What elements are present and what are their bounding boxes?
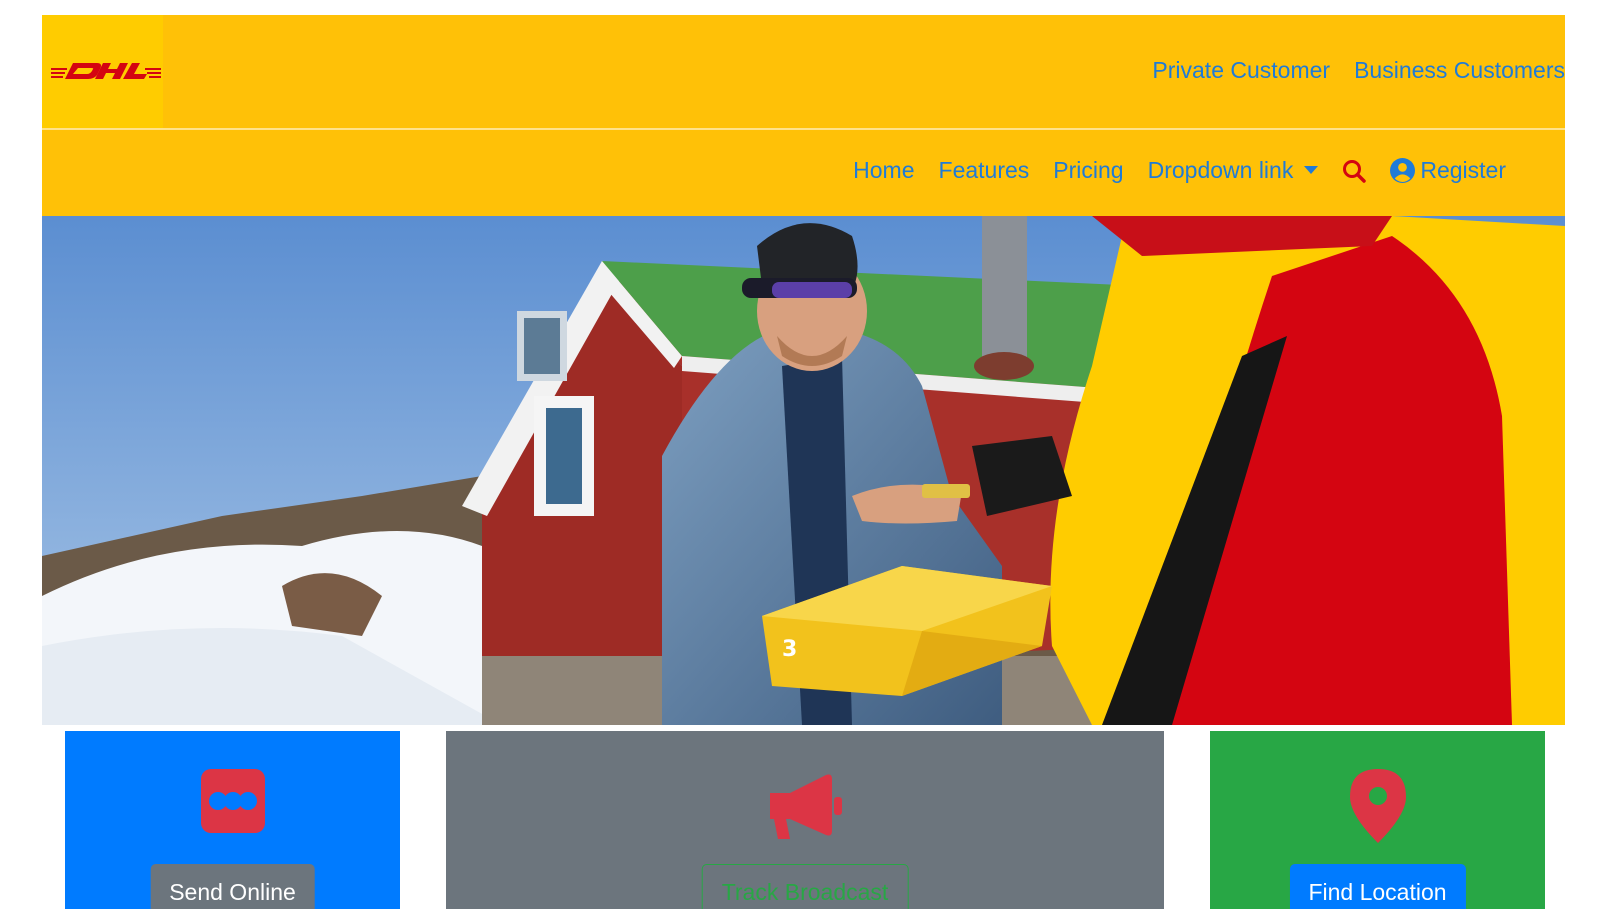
svg-text:3: 3 (782, 637, 797, 662)
register-link[interactable]: Register (1390, 157, 1506, 184)
megaphone-icon (768, 769, 842, 848)
nav-pricing[interactable]: Pricing (1053, 157, 1123, 184)
nav-dropdown[interactable]: Dropdown link (1148, 157, 1319, 184)
business-customers-link[interactable]: Business Customers (1354, 57, 1565, 84)
top-header: Private Customer Business Customers (42, 15, 1565, 128)
main-navbar: Home Features Pricing Dropdown link Regi… (42, 130, 1565, 216)
track-broadcast-card: Track Broadcast (446, 731, 1164, 909)
caret-down-icon (1304, 165, 1319, 174)
send-online-button[interactable]: Send Online (150, 864, 315, 909)
find-location-button[interactable]: Find Location (1289, 864, 1466, 909)
search-icon (1343, 159, 1367, 183)
nav-items: Home Features Pricing Dropdown link Regi… (829, 157, 1506, 184)
user-circle-icon (1390, 158, 1416, 183)
top-links: Private Customer Business Customers (1152, 57, 1565, 84)
nav-home[interactable]: Home (853, 157, 914, 184)
search-button[interactable] (1342, 159, 1367, 183)
page: Private Customer Business Customers Home… (0, 0, 1603, 909)
private-customer-link[interactable]: Private Customer (1152, 57, 1330, 84)
nav-dropdown-label: Dropdown link (1147, 157, 1294, 183)
register-label: Register (1420, 157, 1506, 183)
hero-image: 3 (42, 216, 1565, 725)
track-broadcast-button[interactable]: Track Broadcast (701, 864, 909, 909)
nav-features[interactable]: Features (939, 157, 1030, 184)
find-location-card: Find Location (1210, 731, 1545, 909)
map-marker-icon (1349, 769, 1406, 848)
ellipsis-box-icon (200, 769, 265, 838)
dhl-logo-icon (51, 63, 161, 79)
hero-photo: 3 (42, 216, 1565, 725)
send-online-card: Send Online (65, 731, 400, 909)
brand-logo[interactable] (42, 15, 163, 128)
